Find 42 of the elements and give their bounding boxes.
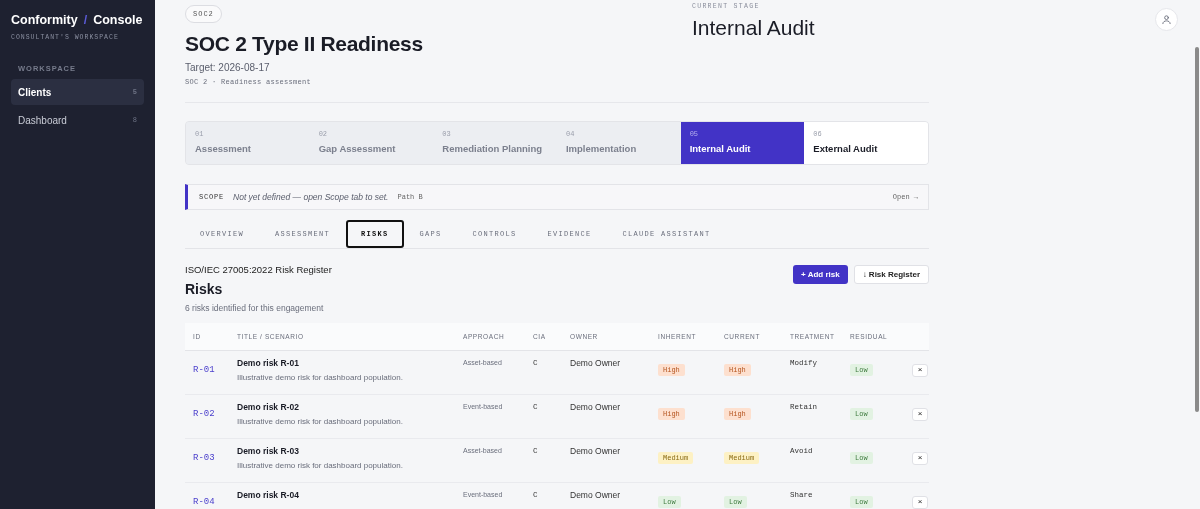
owner-cell-text: Demo Owner [570, 358, 622, 370]
owner-cell-text: Demo Owner [570, 446, 622, 458]
remove-button[interactable]: × [912, 407, 928, 421]
stage-name: Remediation Planning [442, 143, 544, 154]
export-button[interactable]: ↓ Risk Register [853, 265, 929, 284]
stage-name: Internal Audit [689, 143, 752, 154]
owner-cell-text: Demo Owner [570, 402, 622, 414]
remove-button[interactable]: × [912, 363, 928, 377]
risk-id-link[interactable]: R-02 [193, 409, 215, 419]
stage-name: Assessment [195, 143, 252, 154]
current-stage: Internal Audit [692, 16, 816, 40]
section-title: Risks [185, 281, 224, 297]
remove-button[interactable]: × [912, 451, 928, 465]
scrollbar-thumb[interactable] [1195, 47, 1199, 412]
brand-name: Conformity [11, 13, 78, 27]
scope-text: Not yet defined — open Scope tab to set. [233, 192, 389, 202]
risk-title: Demo risk R-02 [237, 402, 300, 412]
risk-id-link[interactable]: R-03 [193, 453, 215, 463]
page-title: SOC 2 Type II Readiness [185, 32, 423, 56]
sidebar-item-label: Dashboard [18, 114, 67, 126]
owner-cell-text: Demo Owner [570, 490, 622, 502]
brand-name: Console [93, 13, 143, 27]
risk-title: Demo risk R-01 [237, 358, 300, 368]
risk-title: Demo risk R-03 [237, 446, 300, 456]
stage-name: Implementation [566, 143, 638, 154]
risk-title: Demo risk R-04 [237, 490, 300, 500]
risk-summary: 6 risks identified for this engagement [185, 303, 325, 313]
risk-description: Illustrative demo risk for dashboard population. [237, 373, 404, 382]
stage-name: External Audit [813, 143, 879, 154]
user-icon [1161, 14, 1172, 25]
remove-button[interactable]: × [912, 495, 928, 509]
risk-description: Illustrative demo risk for dashboard population. [237, 461, 404, 470]
risk-description: Illustrative demo risk for dashboard population. [237, 417, 404, 426]
risk-id-link[interactable]: R-01 [193, 365, 215, 375]
sidebar-item-label: Clients [18, 86, 52, 98]
target-date: Target: 2026-08-17 [185, 62, 271, 73]
register-framework: ISO/IEC 27005:2022 Risk Register [185, 264, 332, 275]
risk-id-link[interactable]: R-04 [193, 497, 215, 507]
add-risk-button[interactable]: + Add risk [793, 265, 848, 284]
stage-name: Gap Assessment [318, 143, 397, 154]
user-avatar-button[interactable] [1155, 8, 1178, 31]
brand-separator: / [83, 13, 88, 27]
